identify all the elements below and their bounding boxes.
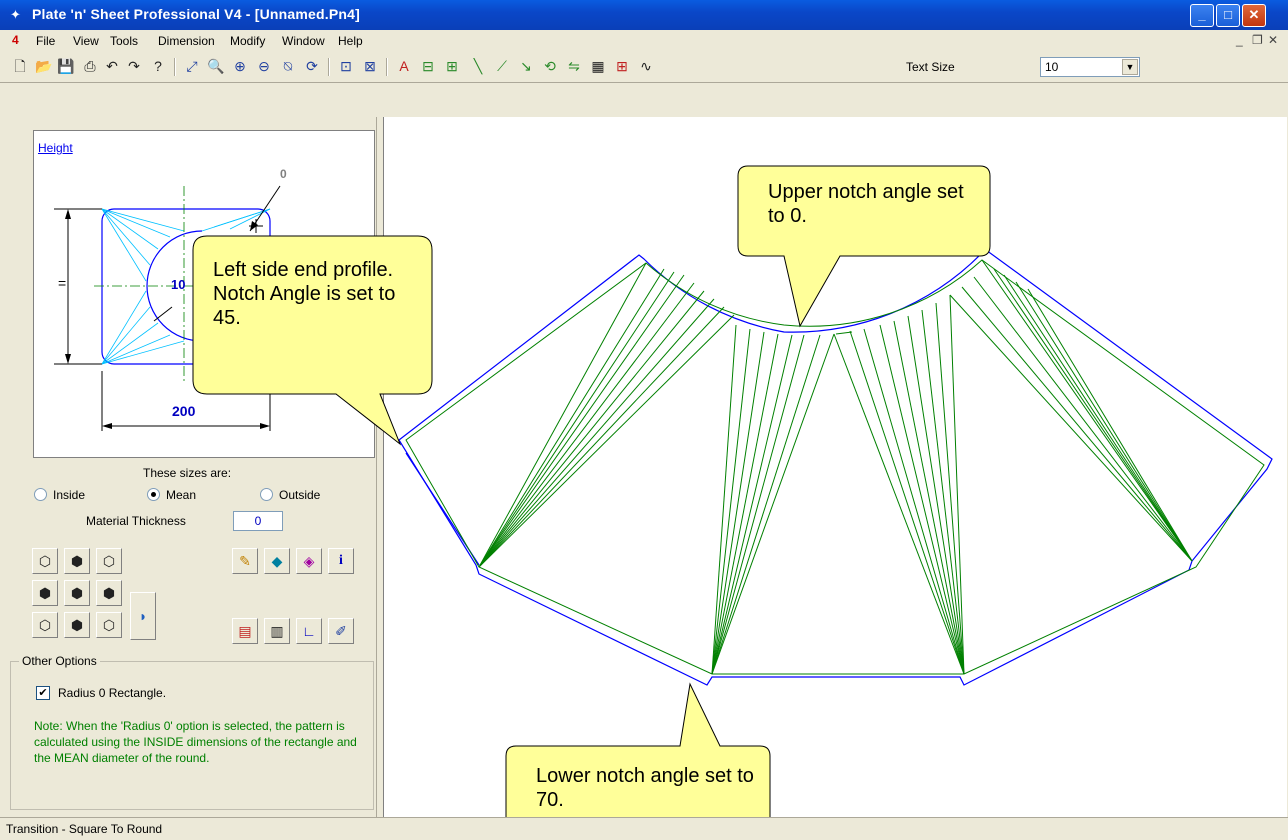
polyline-icon[interactable]: ⟋ [492,56,512,76]
3d-model-icon[interactable]: ◆ [264,548,290,574]
pattern-outline [398,249,1273,686]
radio-outside[interactable]: Outside [260,488,320,502]
text-size-label: Text Size [906,60,955,74]
report-icon[interactable]: ▤ [232,618,258,644]
toolbar-separator [386,58,388,76]
rotate-icon[interactable]: ⟲ [540,56,560,76]
minimize-button[interactable]: _ [1190,4,1214,27]
radio-dot[interactable] [260,488,273,502]
menu-bar: 4 File View Tools Dimension Modify Windo… [0,30,1288,52]
menu-tools[interactable]: Tools [110,34,138,48]
zoom-window-icon[interactable]: 🔍 [206,56,226,76]
radius-note: Note: When the 'Radius 0' option is sele… [34,719,357,765]
title-bar[interactable]: ✦ Plate 'n' Sheet Professional V4 - [Unn… [0,0,1288,30]
pan-icon[interactable]: ⊠ [360,56,380,76]
print-icon[interactable]: ⎙ [80,56,100,76]
radio-dot-selected[interactable] [147,488,160,502]
help-icon[interactable]: ? [148,56,168,76]
radio-inside-label: Inside [53,488,86,502]
dim-diameter-label: 10 [171,277,186,292]
window-title: Plate 'n' Sheet Professional V4 - [Unnam… [32,6,361,22]
measure-icon[interactable]: ∿ [636,56,656,76]
text-size-select[interactable]: 10 ▼ [1040,57,1140,77]
menu-window[interactable]: Window [282,34,325,48]
menu-help[interactable]: Help [338,34,363,48]
tag-icon[interactable]: ◈ [296,548,322,574]
iso-view-1-icon[interactable]: ⬡ [32,548,58,574]
iso-view-5-icon[interactable]: ⬢ [64,580,90,606]
arrow-icon[interactable]: ↘ [516,56,536,76]
cone-view-icon[interactable]: ◗ [130,592,156,640]
grid-icon[interactable]: ⊞ [612,56,632,76]
checkmark-icon[interactable]: ✔ [36,685,50,700]
other-options-legend: Other Options [19,654,100,668]
dim-equal-label: = [58,275,67,291]
radius-zero-checkbox[interactable]: ✔ Radius 0 Rectangle. [36,685,167,701]
ruler-icon[interactable]: ✎ [232,548,258,574]
mdi-close-button[interactable]: ✕ [1268,33,1278,47]
menu-modify[interactable]: Modify [230,34,265,48]
coordinates-icon[interactable]: ▦ [588,56,608,76]
iso-view-9-icon[interactable]: ⬡ [96,612,122,638]
sheet-icon[interactable]: ▥ [264,618,290,644]
zoom-extents-icon[interactable]: ⤢ [182,56,202,76]
zoom-in-icon[interactable]: ⊕ [230,56,250,76]
redraw-icon[interactable]: ⟳ [302,56,322,76]
text-icon[interactable]: A [394,56,414,76]
new-icon[interactable]: 🗋 [10,56,30,76]
iso-view-4-icon[interactable]: ⬢ [32,580,58,606]
mdi-restore-button[interactable]: ❐ [1252,33,1263,47]
zoom-out-icon[interactable]: ⊖ [254,56,274,76]
upper-callout-text: Upper notch angle set to 0. [768,181,964,227]
text-size-value: 10 [1045,60,1059,74]
toolbar-separator [174,58,176,76]
material-thickness-label: Material Thickness [86,514,186,528]
menu-file[interactable]: File [36,34,55,48]
open-icon[interactable]: 📂 [34,56,54,76]
dim-zero-label: 0 [280,167,287,181]
iso-view-8-icon[interactable]: ⬢ [64,612,90,638]
fold-lines [405,259,1265,675]
lower-callout-text: Lower notch angle set to 70. [536,765,754,811]
dimension-icon[interactable]: ⊟ [418,56,438,76]
radius-zero-label: Radius 0 Rectangle. [58,686,167,700]
maximize-button[interactable]: □ [1216,4,1240,27]
status-text: Transition - Square To Round [6,822,163,836]
save-icon[interactable]: 💾 [56,56,76,76]
radio-outside-label: Outside [279,488,321,502]
menu-view[interactable]: View [73,34,99,48]
axis-icon[interactable]: ∟ [296,618,322,644]
iso-view-7-icon[interactable]: ⬡ [32,612,58,638]
iso-view-2-icon[interactable]: ⬢ [64,548,90,574]
material-thickness-input[interactable]: 0 [233,511,283,531]
close-button[interactable]: ✕ [1242,4,1266,27]
mdi-minimize-button[interactable]: _ [1236,33,1243,47]
radio-mean-label: Mean [166,488,197,502]
left-callout-text: Left side end profile. Notch Angle is se… [213,259,396,329]
edit-icon[interactable]: ✐ [328,618,354,644]
radio-inside[interactable]: Inside [34,488,85,502]
iso-view-3-icon[interactable]: ⬡ [96,548,122,574]
app-icon: ✦ [10,7,21,22]
zoom-previous-icon[interactable]: ⍉ [278,56,298,76]
radio-mean[interactable]: Mean [147,488,196,502]
redo-icon[interactable]: ↷ [124,56,144,76]
line-icon[interactable]: ╲ [468,56,488,76]
document-icon[interactable]: 4 [12,33,19,47]
chevron-down-icon[interactable]: ▼ [1122,59,1138,75]
toolbar: 🗋 📂 💾 ⎙ ↶ ↷ ? ⤢ 🔍 ⊕ ⊖ ⍉ ⟳ ⊡ ⊠ A ⊟ ⊞ ╲ ⟋ … [0,52,1288,83]
toolbar-separator [328,58,330,76]
mirror-icon[interactable]: ⇋ [564,56,584,76]
sizes-label: These sizes are: [143,466,232,480]
menu-dimension[interactable]: Dimension [158,34,215,48]
fit-page-icon[interactable]: ⊡ [336,56,356,76]
radio-dot[interactable] [34,488,47,502]
iso-view-6-icon[interactable]: ⬢ [96,580,122,606]
vertical-dimension-icon[interactable]: ⊞ [442,56,462,76]
undo-icon[interactable]: ↶ [102,56,122,76]
info-icon[interactable]: i [328,548,354,574]
dim-width-label: 200 [172,403,196,419]
status-bar: Transition - Square To Round [0,817,1288,840]
